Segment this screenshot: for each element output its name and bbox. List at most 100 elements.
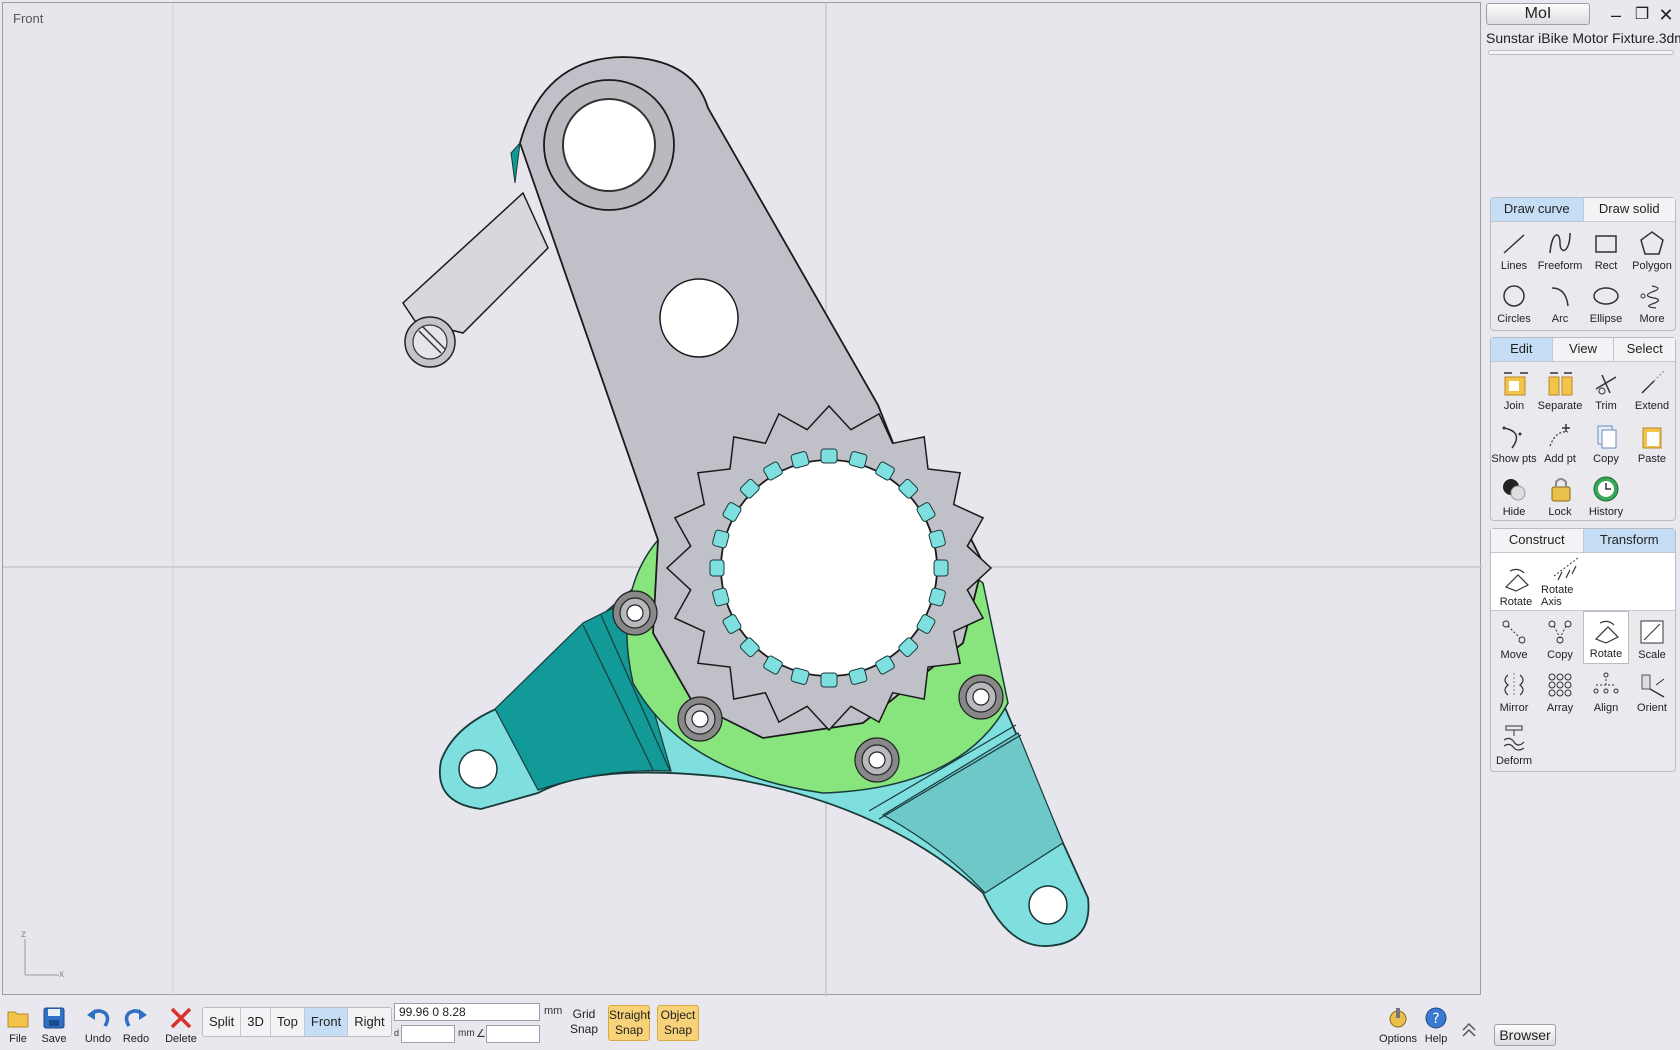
transform-tool-label: Orient [1637, 702, 1667, 714]
edit-join-button[interactable]: Join [1491, 362, 1537, 415]
edit-tool-label: Join [1503, 400, 1525, 412]
straight-snap-button[interactable]: Straight Snap [608, 1005, 650, 1041]
edit-lock-button[interactable]: Lock [1537, 468, 1583, 521]
paste-icon [1637, 421, 1667, 451]
minimize-icon[interactable]: – [1604, 3, 1628, 27]
tab-transform[interactable]: Transform [1583, 529, 1675, 552]
edit-copy-button[interactable]: Copy [1583, 415, 1629, 468]
axis-indicator: z x [19, 929, 69, 981]
angle-label: ∠ [476, 1028, 486, 1040]
circles-icon [1499, 281, 1529, 311]
rotate-option-rotate-axis-button[interactable]: Rotate Axis [1541, 553, 1591, 611]
draw-tool-label: Lines [1500, 260, 1528, 272]
tab-select[interactable]: Select [1614, 338, 1676, 361]
view-switcher: Split 3D Top Front Right [202, 1007, 392, 1037]
expand-button[interactable] [1456, 1002, 1482, 1048]
titlebar: MoI – ❐ ✕ Sunstar iBike Motor Fixture.3d… [1484, 0, 1680, 60]
file-button[interactable]: File [0, 1002, 36, 1048]
edit-tool-label: Add pt [1544, 453, 1576, 465]
edit-add-pt-button[interactable]: Add pt [1537, 415, 1583, 468]
view-top-button[interactable]: Top [271, 1008, 305, 1036]
app-menu-button[interactable]: MoI [1486, 3, 1590, 25]
edit-separate-button[interactable]: Separate [1537, 362, 1583, 415]
rotate-option-rotate-button[interactable]: Rotate [1491, 553, 1541, 611]
axis-z-label: z [21, 929, 26, 940]
transform-array-button[interactable]: Array [1537, 664, 1583, 717]
tab-view[interactable]: View [1552, 338, 1615, 361]
draw-freeform-button[interactable]: Freeform [1537, 222, 1583, 275]
help-button[interactable]: ? Help [1418, 1002, 1454, 1048]
distance-unit-label: mm [458, 1028, 475, 1039]
transform-align-button[interactable]: Align [1583, 664, 1629, 717]
ring-bolt [612, 590, 658, 636]
draw-circles-button[interactable]: Circles [1491, 275, 1537, 328]
edit-paste-button[interactable]: Paste [1629, 415, 1675, 468]
transform-copy-button[interactable]: Copy [1537, 611, 1583, 664]
undo-button[interactable]: Undo [80, 1002, 116, 1048]
redo-button[interactable]: Redo [118, 1002, 154, 1048]
view-right-button[interactable]: Right [348, 1008, 390, 1036]
arc-icon [1545, 281, 1575, 311]
linkage-bar [402, 191, 549, 334]
transform-mirror-button[interactable]: Mirror [1491, 664, 1537, 717]
scrollbar-track[interactable] [1488, 50, 1674, 55]
copy-icon [1591, 421, 1621, 451]
redo-icon [123, 1005, 149, 1031]
edit-panel: Edit View Select Join Separate Trim Extend S… [1490, 337, 1676, 521]
lines-icon [1499, 228, 1529, 258]
bushing-inner [562, 98, 656, 192]
transform-move-button[interactable]: Move [1491, 611, 1537, 664]
draw-arc-button[interactable]: Arc [1537, 275, 1583, 328]
tab-edit[interactable]: Edit [1491, 338, 1553, 361]
model-scene[interactable] [3, 3, 1482, 996]
view-split-button[interactable]: Split [203, 1008, 242, 1036]
edit-history-button[interactable]: History [1583, 468, 1629, 521]
object-snap-button[interactable]: Object Snap [657, 1005, 699, 1041]
spline-tooth [820, 448, 838, 464]
tab-draw-solid[interactable]: Draw solid [1583, 198, 1675, 221]
save-button[interactable]: Save [36, 1002, 72, 1048]
freeform-icon [1545, 228, 1575, 258]
edit-tool-label: History [1588, 506, 1624, 518]
options-icon [1385, 1005, 1411, 1031]
right-panel: MoI – ❐ ✕ Sunstar iBike Motor Fixture.3d… [1484, 0, 1680, 1050]
transform-rotate-button[interactable]: Rotate [1583, 611, 1629, 664]
draw-ellipse-button[interactable]: Ellipse [1583, 275, 1629, 328]
transform-scale-button[interactable]: Scale [1629, 611, 1675, 664]
view-3d-button[interactable]: 3D [241, 1008, 271, 1036]
coordinate-input[interactable]: 99.96 0 8.28 [394, 1003, 540, 1021]
distance-input[interactable] [401, 1025, 455, 1043]
delete-button[interactable]: Delete [162, 1002, 200, 1048]
transform-tabs: Construct Transform [1491, 529, 1675, 553]
options-button[interactable]: Options [1378, 1002, 1418, 1048]
transform-deform-button[interactable]: Deform [1491, 717, 1537, 770]
draw-rect-button[interactable]: Rect [1583, 222, 1629, 275]
edit-tool-label: Lock [1548, 506, 1572, 518]
angle-input[interactable] [486, 1025, 540, 1043]
draw-polygon-button[interactable]: Polygon [1629, 222, 1675, 275]
tab-draw-curve[interactable]: Draw curve [1491, 198, 1584, 221]
transform-tool-label: Move [1500, 649, 1528, 661]
grid-snap-button[interactable]: Grid Snap [563, 1005, 605, 1041]
lock-icon [1545, 474, 1575, 504]
transform-orient-button[interactable]: Orient [1629, 664, 1675, 717]
draw-tool-label: More [1639, 313, 1665, 325]
draw-lines-button[interactable]: Lines [1491, 222, 1537, 275]
restore-icon[interactable]: ❐ [1630, 3, 1654, 27]
separate-icon [1545, 368, 1575, 398]
chevron-up-icon [1456, 1017, 1482, 1043]
edit-show-pts-button[interactable]: Show pts [1491, 415, 1537, 468]
spline-tooth [933, 559, 949, 577]
edit-extend-button[interactable]: Extend [1629, 362, 1675, 415]
edit-hide-button[interactable]: Hide [1491, 468, 1537, 521]
edit-trim-button[interactable]: Trim [1583, 362, 1629, 415]
save-label: Save [41, 1033, 67, 1045]
draw-tools: Lines Freeform Rect Polygon Circles Arc Ellips… [1491, 222, 1675, 328]
tab-construct[interactable]: Construct [1491, 529, 1584, 552]
close-icon[interactable]: ✕ [1654, 3, 1678, 27]
front-viewport[interactable]: Front z x [2, 2, 1482, 996]
browser-button[interactable]: Browser [1494, 1024, 1556, 1046]
view-front-button[interactable]: Front [304, 1008, 349, 1036]
transform-tool-label: Array [1546, 702, 1574, 714]
draw-more-button[interactable]: More [1629, 275, 1675, 328]
